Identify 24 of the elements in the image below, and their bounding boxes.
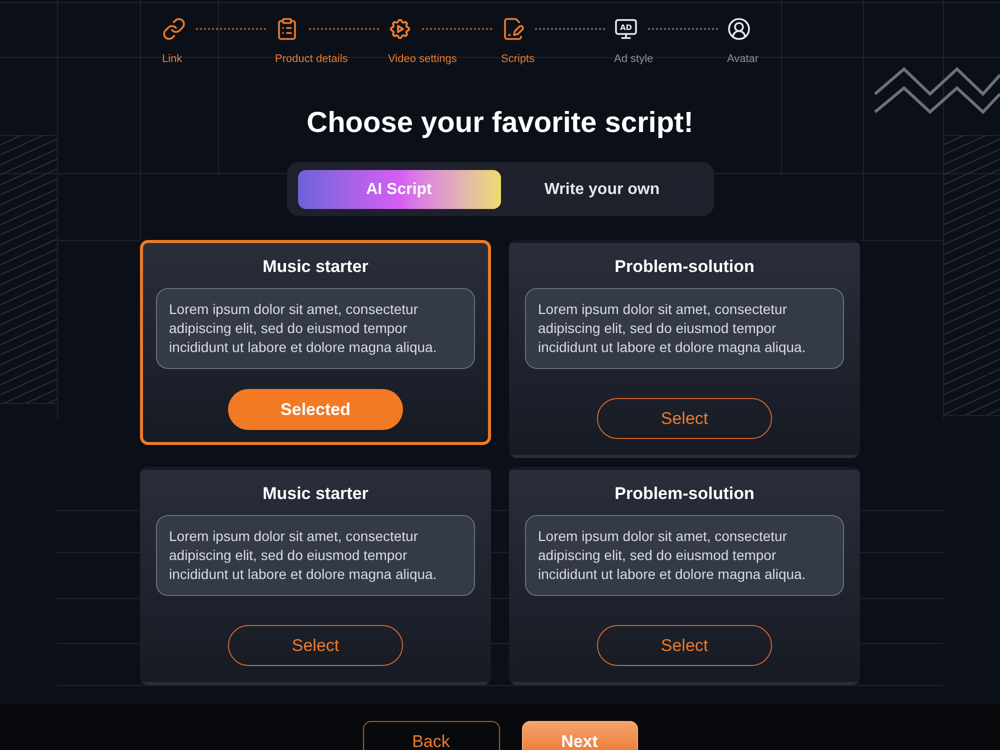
step-label: Ad style: [614, 53, 654, 66]
step-label: Product details: [275, 53, 348, 66]
script-card[interactable]: Music starter Lorem ipsum dolor sit amet, consectetur adipiscing elit, sed do eiusmod tempor incididunt ut labore et dolore magna aliqua. Selected: [140, 240, 491, 445]
select-button[interactable]: Select: [228, 625, 403, 666]
script-text-box: Lorem ipsum dolor sit amet, consectetur adipiscing elit, sed do eiusmod tempor incididunt ut labore et dolore magna aliqua.: [525, 515, 844, 596]
select-button[interactable]: Select: [597, 398, 772, 439]
script-text-box: Lorem ipsum dolor sit amet, consectetur adipiscing elit, sed do eiusmod tempor incididunt ut labore et dolore magna aliqua.: [156, 288, 475, 369]
script-text-box: Lorem ipsum dolor sit amet, consectetur adipiscing elit, sed do eiusmod tempor incididunt ut labore et dolore magna aliqua.: [525, 288, 844, 369]
select-button[interactable]: Select: [597, 625, 772, 666]
script-card[interactable]: Problem-solution Lorem ipsum dolor sit amet, consectetur adipiscing elit, sed do eiusmod tempor incididunt ut labore et dolore magna aliqua. Select: [509, 467, 860, 685]
back-button[interactable]: Back: [362, 721, 500, 750]
step-label: Scripts: [501, 53, 535, 66]
script-card[interactable]: Problem-solution Lorem ipsum dolor sit amet, consectetur adipiscing elit, sed do eiusmod tempor incididunt ut labore et dolore magna aliqua. Select: [509, 240, 860, 458]
card-title: Music starter: [262, 256, 370, 278]
step-label: Link: [162, 53, 182, 66]
card-title: Problem-solution: [614, 256, 756, 278]
mode-tab[interactable]: Write your own: [500, 170, 704, 209]
card-title: Problem-solution: [614, 483, 756, 505]
script-card[interactable]: Music starter Lorem ipsum dolor sit amet, consectetur adipiscing elit, sed do eiusmod tempor incididunt ut labore et dolore magna aliqua. Select: [140, 467, 491, 685]
card-title: Music starter: [262, 483, 370, 505]
step-label: Avatar: [727, 53, 759, 66]
page-heading: Choose your favorite script!: [306, 106, 694, 140]
script-text-box: Lorem ipsum dolor sit amet, consectetur adipiscing elit, sed do eiusmod tempor incididunt ut labore et dolore magna aliqua.: [156, 515, 475, 596]
step-label: Video settings: [388, 53, 457, 66]
